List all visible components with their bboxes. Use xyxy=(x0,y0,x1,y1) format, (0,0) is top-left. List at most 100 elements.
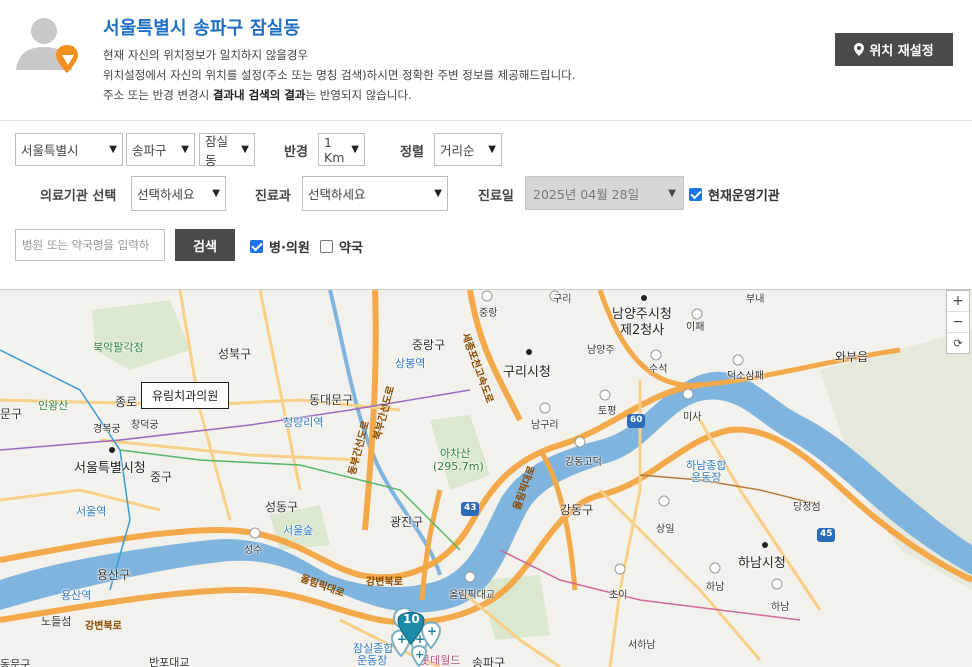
pharmacy-checkbox[interactable]: 약국 xyxy=(320,237,363,256)
map-label-gangbyeon-ro: 강변북로 xyxy=(366,577,403,588)
map-view[interactable]: 서울특별시청 성북구 종로 중구 동대문구 중랑구 구리시청 남양주시청 제2청… xyxy=(0,290,972,667)
map-label-songpa: 송파구 xyxy=(472,656,506,667)
map-label-hanam: 하남시청 xyxy=(738,556,786,571)
map-label-seoul-city-hall: 서울특별시청 xyxy=(74,461,146,476)
map-label-bunae: 부내 xyxy=(746,294,765,305)
map-label-seoul-forest: 서울숲 xyxy=(283,524,314,537)
zoom-in-button[interactable]: + xyxy=(947,291,969,312)
map-label-hanam-ic: 하남 xyxy=(706,582,725,593)
desc-line-2: 위치설정에서 자신의 위치를 설정(주소 또는 명칭 검색)하시면 정확한 주변… xyxy=(103,68,576,82)
search-filters: 서울특별시 ▼ 송파구 ▼ 잠실동 ▼ 반경 1 Km ▼ 정렬 거리순 ▼ 의료기관 선… xyxy=(0,121,972,290)
map-label-hanam-ic-2: 하남 xyxy=(771,602,790,613)
map-label-changdeok: 창덕궁 xyxy=(131,420,159,431)
map-label-munu-west: 문구 xyxy=(0,407,23,421)
zoom-control: + − ⟳ xyxy=(946,290,970,354)
svg-text:+: + xyxy=(427,624,437,638)
checkbox-unchecked-icon[interactable] xyxy=(320,240,333,253)
desc-line-3: 주소 또는 반경 변경시 결과내 검색의 결과는 반영되지 않습니다. xyxy=(103,85,575,105)
chevron-down-icon: ▼ xyxy=(351,144,359,155)
search-placeholder: 병원 또는 약국명을 입력하 xyxy=(22,238,150,252)
map-label-dongdaemun: 동대문구 xyxy=(309,393,354,407)
map-label-guri: 구리시청 xyxy=(503,365,551,380)
map-label-choi: 초이 xyxy=(609,590,628,601)
pharmacy-label: 약국 xyxy=(339,241,363,256)
date-label: 진료일 xyxy=(478,189,514,204)
location-reset-label: 위치 재설정 xyxy=(869,44,934,59)
map-base xyxy=(0,290,972,667)
location-title: 서울특별시 송파구 잠실동 xyxy=(103,18,301,39)
institution-select[interactable]: 선택하세요 ▼ xyxy=(131,176,226,211)
checkbox-checked-icon[interactable] xyxy=(689,188,702,201)
location-description: 현재 자신의 위치정보가 일치하지 않을경우 위치설정에서 자신의 위치를 설정… xyxy=(103,45,575,105)
map-label-gangdong-godeok: 강동고덕 xyxy=(565,457,602,468)
chevron-down-icon: ▼ xyxy=(488,144,496,155)
chevron-down-icon: ▼ xyxy=(212,188,220,199)
location-pin-icon xyxy=(854,43,865,56)
cluster-count-label: 10 xyxy=(403,612,420,626)
zoom-out-button[interactable]: − xyxy=(947,312,969,333)
department-value: 선택하세요 xyxy=(308,187,366,202)
dong-select[interactable]: 잠실동 ▼ xyxy=(199,133,255,168)
institution-label: 의료기관 선택 xyxy=(40,189,117,204)
sido-value: 서울특별시 xyxy=(21,143,79,158)
radius-label: 반경 xyxy=(284,145,308,160)
open-now-label: 현재운영기관 xyxy=(708,189,780,204)
refresh-icon[interactable]: ⟳ xyxy=(947,333,969,353)
hospital-marker-icon[interactable]: + xyxy=(410,645,428,667)
map-label-suseok: 수석 xyxy=(649,364,668,375)
sigungu-value: 송파구 xyxy=(132,143,167,158)
page: 서울특별시 송파구 잠실동 현재 자신의 위치정보가 일치하지 않을경우 위치설… xyxy=(0,0,972,667)
department-select[interactable]: 선택하세요 ▼ xyxy=(302,176,448,211)
map-label-gyeongbok: 경복궁 xyxy=(93,424,121,435)
park-area xyxy=(480,575,550,640)
map-label-ipae: 이패 xyxy=(686,322,705,333)
chevron-down-icon: ▼ xyxy=(668,187,676,199)
map-label-seongbuk: 성북구 xyxy=(218,347,252,361)
map-label-seoul-station: 서울역 xyxy=(76,505,107,518)
desc-line-3-post: 는 반영되지 않습니다. xyxy=(305,88,412,102)
map-label-banpo: 반포대교 xyxy=(149,656,190,667)
map-label-cheongnyangni: 청량리역 xyxy=(283,416,324,429)
map-label-wabu: 와부읍 xyxy=(835,350,869,364)
location-reset-button[interactable]: 위치 재설정 xyxy=(835,33,953,66)
sido-select[interactable]: 서울특별시 ▼ xyxy=(15,133,123,166)
map-label-jongno: 종로 xyxy=(115,395,138,409)
checkbox-checked-icon[interactable] xyxy=(250,240,263,253)
search-input[interactable]: 병원 또는 약국명을 입력하 xyxy=(15,229,165,261)
user-avatar-icon xyxy=(16,18,78,73)
map-label-jungnang: 중랑구 xyxy=(412,338,446,352)
map-label-yongsan-station: 용산역 xyxy=(61,589,92,602)
radius-value: 1 Km xyxy=(324,134,345,165)
highway-60-label: 60 xyxy=(630,415,643,425)
map-label-hanam-stadium-2: 운동장 xyxy=(691,471,722,484)
date-select[interactable]: 2025년 04월 28일 ▼ xyxy=(525,176,684,210)
map-label-namyangju-ic: 남양주 xyxy=(587,345,615,356)
search-button-label: 검색 xyxy=(193,239,217,255)
svg-text:+: + xyxy=(415,648,424,661)
date-value: 2025년 04월 28일 xyxy=(533,186,640,202)
map-label-olympic-bridge: 올림픽대교 xyxy=(449,590,495,601)
map-label-nodeul: 노들섬 xyxy=(41,615,72,628)
park-area xyxy=(92,300,190,370)
institution-value: 선택하세요 xyxy=(137,187,195,202)
desc-line-1: 현재 자신의 위치정보가 일치하지 않을경우 xyxy=(103,48,309,62)
highway-45-label: 45 xyxy=(820,529,833,539)
sort-select[interactable]: 거리순 ▼ xyxy=(434,133,502,166)
map-label-namyangju-2: 제2청사 xyxy=(620,323,665,338)
chevron-down-icon: ▼ xyxy=(109,144,117,155)
map-popup-clinic[interactable]: 유림치과의원 xyxy=(141,382,230,409)
search-button[interactable]: 검색 xyxy=(175,229,235,261)
sigungu-select[interactable]: 송파구 ▼ xyxy=(126,133,195,166)
hospital-label: 병·의원 xyxy=(269,241,310,256)
map-label-jung: 중구 xyxy=(150,470,173,484)
map-label-gwangjin: 광진구 xyxy=(390,515,424,529)
map-label-gangbyeon-ro-west: 강변북로 xyxy=(85,621,122,632)
sort-value: 거리순 xyxy=(440,143,475,158)
open-now-checkbox[interactable]: 현재운영기관 xyxy=(689,185,780,204)
hospital-checkbox[interactable]: 병·의원 xyxy=(250,237,310,256)
map-label-dongjak: 동문구 xyxy=(0,658,31,667)
department-label: 진료과 xyxy=(255,189,291,204)
radius-select[interactable]: 1 Km ▼ xyxy=(318,133,365,166)
map-label-namguri: 남구리 xyxy=(531,420,559,431)
chevron-down-icon: ▼ xyxy=(434,188,442,199)
